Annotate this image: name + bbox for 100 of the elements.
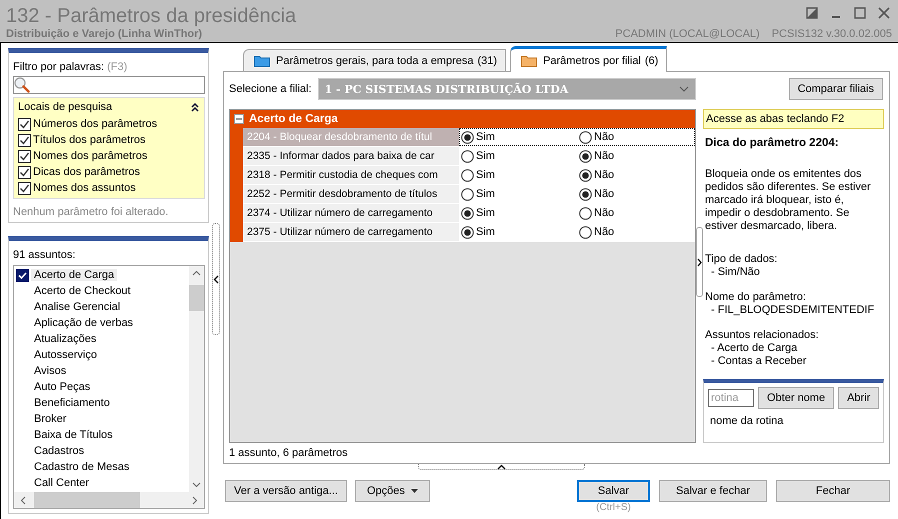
parameter-title[interactable]: 2252 - Permitir desdobramento de títulos [243,185,459,203]
tip-description: Bloqueia onde os emitentes dos pedidos são diferentes. Se estiver marcado irá bloquear, isto é, impedir o desdobramento. Se estiver desmarcado, libera. [705,168,872,233]
user-label: PCADMIN (LOCAL@LOCAL) [615,28,760,40]
checkbox-label[interactable]: Nomes dos assuntos [33,182,136,194]
search-field[interactable] [13,76,205,94]
parameter-title[interactable]: 2375 - Utilizar número de carregamento [243,223,459,241]
parameter-title[interactable]: 2335 - Informar dados para baixa de car [243,147,459,165]
routine-button[interactable]: Abrir [838,387,880,409]
subject-item[interactable]: Broker [14,411,189,427]
collapse-icon[interactable] [190,102,200,112]
routine-button[interactable]: Obter nome [758,387,834,409]
radio-label[interactable]: Sim [476,226,495,238]
version-label: PCSIS132 v.30.0.02.005 [772,28,892,40]
subject-item[interactable]: Autosserviço [14,347,189,363]
scroll-up-icon[interactable] [192,270,201,276]
radio-button[interactable] [461,150,474,162]
radio-button[interactable] [579,206,592,220]
footer-button[interactable]: Salvar e fechar [659,480,767,502]
scroll-thumb[interactable] [34,492,140,508]
subject-item[interactable]: Baixa de Títulos [14,427,189,443]
radio-label[interactable]: Sim [476,131,495,143]
subject-item[interactable]: Acerto de Checkout [14,283,189,299]
radio-button[interactable] [579,130,592,144]
splitter-handle[interactable] [418,464,585,470]
radio-label[interactable]: Sim [476,188,495,200]
radio-label[interactable]: Sim [476,169,495,181]
checkbox-label[interactable]: Nomes dos parâmetros [33,150,148,162]
compare-button[interactable]: Comparar filiais [788,78,883,100]
tab[interactable]: Parâmetros gerais, para toda a empresa (31) [243,49,506,71]
subject-item[interactable]: Auto Peças [14,379,189,395]
radio-label[interactable]: Não [594,207,614,219]
summary-text: 1 assunto, 6 parâmetros [229,446,349,461]
parameter-title[interactable]: 2318 - Permitir custodia de cheques com [243,166,459,184]
radio-label[interactable]: Não [594,131,614,143]
maximize-icon[interactable] [854,7,866,19]
parameter-title[interactable]: 2374 - Utilizar número de carregamento [243,204,459,222]
group-header[interactable]: Acerto de Carga [230,110,695,128]
tip-item: - Contas a Receber [710,355,808,368]
locations-title: Locais de pesquisa [18,101,112,113]
status-message: Nenhum parâmetro foi alterado. [13,206,170,218]
radio-button[interactable] [579,150,592,162]
splitter-handle[interactable] [212,223,220,335]
radio-button[interactable] [579,188,592,200]
radio-label[interactable]: Não [594,188,614,200]
checkbox[interactable] [18,134,31,146]
subject-item[interactable]: Aplicação de verbas [14,315,189,331]
chevron-right-icon[interactable] [697,258,702,266]
checkbox[interactable] [16,268,29,282]
subject-item[interactable]: Beneficiamento [14,395,189,411]
restore-icon[interactable] [806,7,818,19]
subject-item[interactable]: Atualizações [14,331,189,347]
chevron-down-icon[interactable] [678,86,689,92]
radio-button[interactable] [461,188,474,200]
footer-button[interactable]: Ver a versão antiga... [225,480,347,502]
subject-item[interactable]: Analise Gerencial [14,299,189,315]
radio-button[interactable] [461,130,474,144]
splitter-handle[interactable] [696,227,703,297]
scroll-left-icon[interactable] [20,496,26,504]
subject-item[interactable]: Cadastros [14,443,189,459]
checkbox[interactable] [18,182,31,194]
tip-item: - Sim/Não [710,266,761,279]
branch-label: Selecione a filial: [229,83,312,95]
vertical-scrollbar[interactable] [189,266,204,492]
scroll-right-icon[interactable] [192,496,198,504]
radio-button[interactable] [579,226,592,238]
window-subtitle: Distribuição e Varejo (Linha WinThor) [6,28,204,40]
radio-label[interactable]: Não [594,150,614,162]
scroll-down-icon[interactable] [192,482,201,488]
radio-label[interactable]: Sim [476,207,495,219]
horizontal-scrollbar[interactable] [14,492,204,508]
radio-label[interactable]: Não [594,169,614,181]
subject-item[interactable]: Cadastro de Mesas [14,459,189,475]
chevron-left-icon[interactable] [213,274,219,284]
checkbox-label[interactable]: Títulos dos parâmetros [33,134,146,146]
checkbox-label[interactable]: Dicas dos parâmetros [33,166,140,178]
subject-item[interactable]: Avisos [14,363,189,379]
radio-button[interactable] [579,168,592,182]
tip-heading: Assuntos relacionados: [705,329,820,342]
routine-name: nome da rotina [709,415,784,427]
tab[interactable]: Parâmetros por filial (6) [510,46,668,72]
subject-item[interactable]: Acerto de Carga [14,267,189,283]
footer-button[interactable]: Fechar [776,480,890,502]
footer-button[interactable]: Opções [354,480,430,502]
shortcut-label: (F3) [107,61,128,73]
checkbox-label[interactable]: Números dos parâmetros [33,118,158,130]
collapse-icon[interactable] [234,114,244,124]
checkbox[interactable] [18,166,31,178]
subject-item[interactable]: Call Center [14,475,189,491]
radio-button[interactable] [461,168,474,182]
chevron-up-icon[interactable] [497,464,506,470]
close-icon[interactable] [878,7,890,19]
footer-button[interactable]: Salvar [577,480,650,502]
checkbox[interactable] [18,118,31,130]
radio-label[interactable]: Sim [476,150,495,162]
radio-button[interactable] [461,226,474,238]
radio-button[interactable] [461,206,474,220]
radio-label[interactable]: Não [594,226,614,238]
checkbox[interactable] [18,150,31,162]
routine-field[interactable]: rotina [708,389,754,407]
scroll-thumb[interactable] [189,285,204,311]
